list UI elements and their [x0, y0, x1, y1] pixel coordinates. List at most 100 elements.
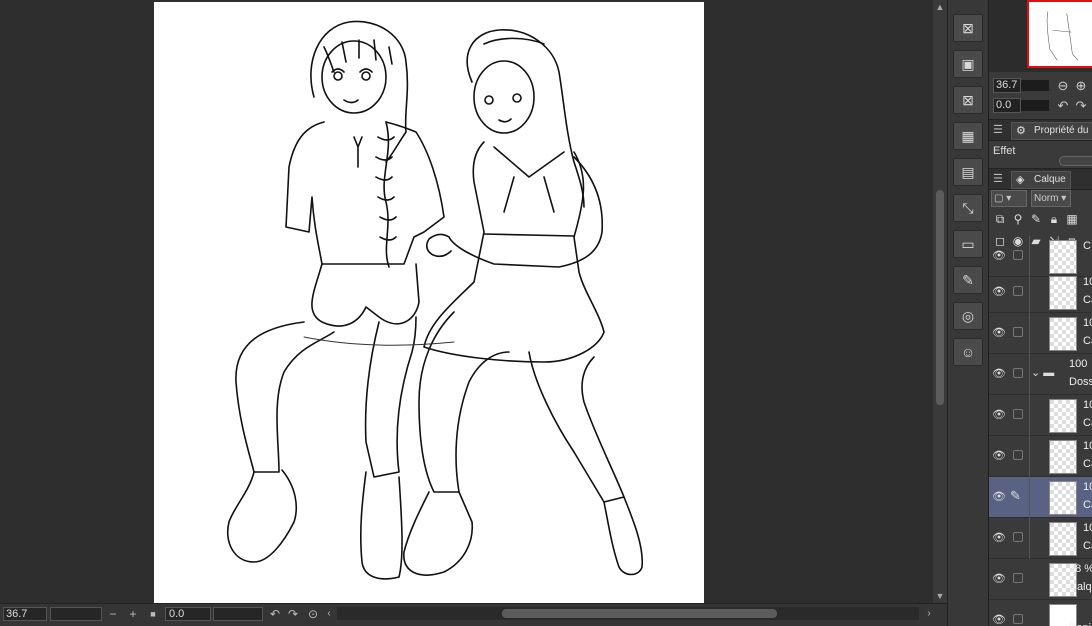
layer-row[interactable]: 👁︎ C: [989, 236, 1092, 277]
layer-opacity-label: 100: [1069, 358, 1088, 370]
material-icon[interactable]: ◎: [953, 302, 983, 330]
visibility-eye-icon[interactable]: 👁︎: [992, 572, 1006, 586]
layer-lock-checkbox[interactable]: [1013, 450, 1023, 460]
tab-layer-label: Calque: [1034, 174, 1066, 185]
clip-layer-icon[interactable]: ⧉: [993, 212, 1007, 226]
side-tool-column: ⊠ ▣ ⊠ ▦ ▤ ⤡ ▭ ✎ ◎ ☺: [947, 0, 988, 626]
fit-to-window-icon[interactable]: ■: [146, 607, 160, 621]
navigator-zoom-row: 36.7 ⊖ ⊕: [991, 78, 1092, 94]
left-girl-braid: [383, 121, 390, 268]
scroll-up-icon[interactable]: ▲: [933, 0, 947, 14]
layer-lock-checkbox[interactable]: [1013, 573, 1023, 583]
layer-lock-checkbox[interactable]: [1013, 327, 1023, 337]
artboard[interactable]: [154, 2, 704, 603]
zoom-value-field[interactable]: 36.7: [3, 607, 47, 621]
layer-row[interactable]: 👁︎ 10 Ca: [989, 272, 1092, 313]
layer-lock-checkbox[interactable]: [1013, 286, 1023, 296]
layer-panel-menu-icon[interactable]: ☰: [993, 172, 1005, 185]
visibility-eye-icon[interactable]: 👁︎: [992, 613, 1006, 626]
rotate-left-icon[interactable]: ↶: [268, 607, 282, 621]
zoom-in-circle-icon[interactable]: ⊕: [1073, 78, 1089, 94]
zoom-out-circle-icon[interactable]: ⊖: [1055, 78, 1071, 94]
visibility-eye-icon[interactable]: 👁︎: [992, 367, 1006, 381]
zoom-slider[interactable]: [50, 607, 102, 621]
navigator-rotation-value[interactable]: 0.0: [993, 98, 1021, 113]
visibility-eye-icon[interactable]: 👁︎: [992, 326, 1006, 340]
visibility-eye-icon[interactable]: 👁︎: [992, 285, 1006, 299]
close-cross-icon[interactable]: ⊠: [953, 14, 983, 42]
layer-panel-icon[interactable]: ▤: [953, 158, 983, 186]
rotate-right-icon[interactable]: ↷: [286, 607, 300, 621]
folder-icon[interactable]: ▭: [953, 230, 983, 258]
tab-property[interactable]: ⚙ Propriété du: [1011, 122, 1092, 140]
clip-studio-window: ▲ ▼ 36.7 − + ■ 0.0 ↶ ↷ ⊙ ‹ › ⊠ ▣ ⊠ ▦ ▤ ⤡…: [0, 0, 1092, 626]
layer-row[interactable]: 👁︎ ✎ 10 Ca: [989, 477, 1092, 518]
layer-row[interactable]: 👁︎ 10 Ca: [989, 395, 1092, 436]
layer-row[interactable]: 👁︎ 18 % Calqu: [989, 559, 1092, 600]
canvas-horizontal-scrollbar[interactable]: [337, 607, 919, 620]
zoom-in-icon[interactable]: +: [126, 607, 140, 621]
lock-icon[interactable]: 🔒︎: [1047, 212, 1061, 226]
rotation-slider[interactable]: [213, 607, 263, 621]
reset-rotation-icon[interactable]: ⊙: [306, 607, 320, 621]
canvas-vertical-scrollbar[interactable]: ▲ ▼: [933, 0, 947, 603]
layer-name-label: Calqu: [1069, 581, 1092, 593]
canvas-area[interactable]: [0, 0, 933, 603]
draft-layer-icon[interactable]: ✎: [1029, 212, 1043, 226]
scroll-left-icon[interactable]: ‹: [322, 607, 336, 621]
navigator-zoom-slider[interactable]: [1021, 80, 1049, 91]
layer-opacity-label: 10: [1083, 317, 1092, 329]
scroll-right-icon[interactable]: ›: [922, 607, 936, 621]
scroll-down-icon[interactable]: ▼: [933, 589, 947, 603]
layer-row[interactable]: 👁︎ 10 Ca: [989, 518, 1092, 559]
vertical-scroll-thumb[interactable]: [936, 190, 944, 405]
folder-indent-line: [1029, 436, 1030, 477]
right-girl-sandal-right: [603, 496, 644, 576]
navigator-rotation-slider[interactable]: [1021, 100, 1049, 111]
property-tabbar: ☰ ⚙ Propriété du: [989, 119, 1092, 141]
visibility-eye-icon[interactable]: 👁︎: [992, 408, 1006, 422]
tab-layer[interactable]: ◈ Calque: [1011, 171, 1071, 189]
folder-indent-line: [1029, 313, 1030, 354]
left-girl-shirt: [285, 121, 445, 265]
clear-cross-icon[interactable]: ⊠: [953, 86, 983, 114]
layer-lock-checkbox[interactable]: [1013, 409, 1023, 419]
layer-row[interactable]: 👁︎ 10 Ca: [989, 313, 1092, 354]
lock-transparency-icon[interactable]: ▦: [1065, 212, 1079, 226]
panel-menu-icon[interactable]: ☰: [993, 123, 1005, 136]
rotation-value-field[interactable]: 0.0: [165, 607, 211, 621]
layer-opacity-label: 10: [1083, 481, 1092, 493]
layer-thumbnail: [1049, 440, 1077, 474]
layer-lock-checkbox[interactable]: [1013, 532, 1023, 542]
save-icon[interactable]: ▣: [953, 50, 983, 78]
visibility-eye-icon[interactable]: 👁︎: [992, 531, 1006, 545]
blend-mode-dropdown[interactable]: Norm ▾: [1031, 190, 1071, 207]
effect-toggle[interactable]: [1059, 156, 1092, 166]
transparency-grid-icon[interactable]: ▦: [953, 122, 983, 150]
navigator-thumbnail[interactable]: [1027, 0, 1092, 68]
layer-opacity-label: C: [1083, 240, 1091, 252]
rotate-left-icon[interactable]: ↶: [1055, 98, 1071, 114]
zoom-out-icon[interactable]: −: [106, 607, 120, 621]
layer-row[interactable]: 👁︎ 10 Ca: [989, 436, 1092, 477]
visibility-eye-icon[interactable]: 👁︎: [992, 490, 1006, 504]
layer-lock-checkbox[interactable]: [1013, 250, 1023, 260]
character-pose-icon[interactable]: ☺: [953, 338, 983, 366]
layer-folder-row[interactable]: 👁︎ ⌄ ▬ 100 Doss: [989, 354, 1092, 395]
horizontal-scroll-thumb[interactable]: [502, 609, 777, 618]
effect-section: Effet: [989, 142, 1092, 166]
navigator-zoom-value[interactable]: 36.7: [993, 78, 1021, 93]
layer-opacity-label: 10: [1083, 522, 1092, 534]
rotate-right-icon[interactable]: ↷: [1073, 98, 1089, 114]
visibility-eye-icon[interactable]: 👁︎: [992, 449, 1006, 463]
folder-indent-line: [1029, 236, 1030, 277]
transform-icon[interactable]: ⤡: [953, 194, 983, 222]
layer-lock-checkbox[interactable]: [1013, 368, 1023, 378]
layer-lock-checkbox[interactable]: [1013, 614, 1023, 624]
visibility-eye-icon[interactable]: 👁︎: [992, 249, 1006, 263]
layer-color-dropdown[interactable]: ▢ ▾: [991, 190, 1027, 207]
layer-row[interactable]: 👁︎ Papie: [989, 600, 1092, 626]
reference-layer-icon[interactable]: ⚲: [1011, 212, 1025, 226]
edit-icon[interactable]: ✎: [953, 266, 983, 294]
folder-indent-line: [1029, 477, 1030, 518]
